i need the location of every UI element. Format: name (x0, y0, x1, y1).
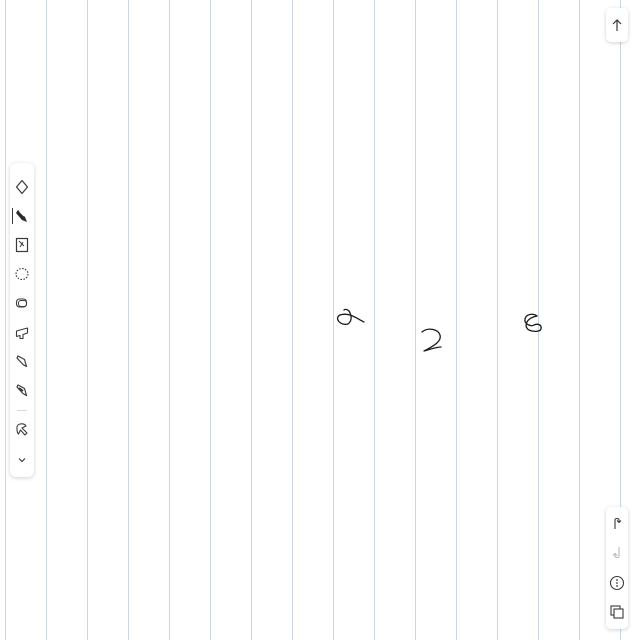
pages-icon[interactable] (608, 603, 626, 621)
chevron-down-icon[interactable] (13, 451, 31, 469)
redo-icon[interactable] (608, 544, 626, 562)
lasso-select-icon[interactable] (13, 265, 31, 283)
marker-icon[interactable] (13, 381, 31, 399)
tool-palette (10, 163, 34, 477)
shape-icon[interactable] (13, 294, 31, 312)
handwriting-layer (336, 308, 542, 352)
pen-icon[interactable] (12, 207, 31, 225)
highlighter-icon[interactable] (13, 352, 31, 370)
page-template-icon[interactable] (13, 236, 31, 254)
undo-icon[interactable] (608, 514, 626, 532)
note-canvas[interactable] (0, 0, 640, 640)
toolbar-divider (17, 410, 27, 411)
handwritten-digit-8 (524, 313, 542, 333)
page-controls (606, 507, 628, 629)
arrow-up-icon[interactable] (608, 16, 626, 34)
scroll-top-control (606, 8, 628, 42)
handwritten-digit-6 (336, 308, 365, 325)
eraser-icon[interactable] (13, 178, 31, 196)
laser-pointer-icon[interactable] (13, 420, 31, 438)
tape-icon[interactable] (13, 323, 31, 341)
handwritten-digit-2 (421, 328, 442, 352)
more-options-icon[interactable] (608, 574, 626, 592)
